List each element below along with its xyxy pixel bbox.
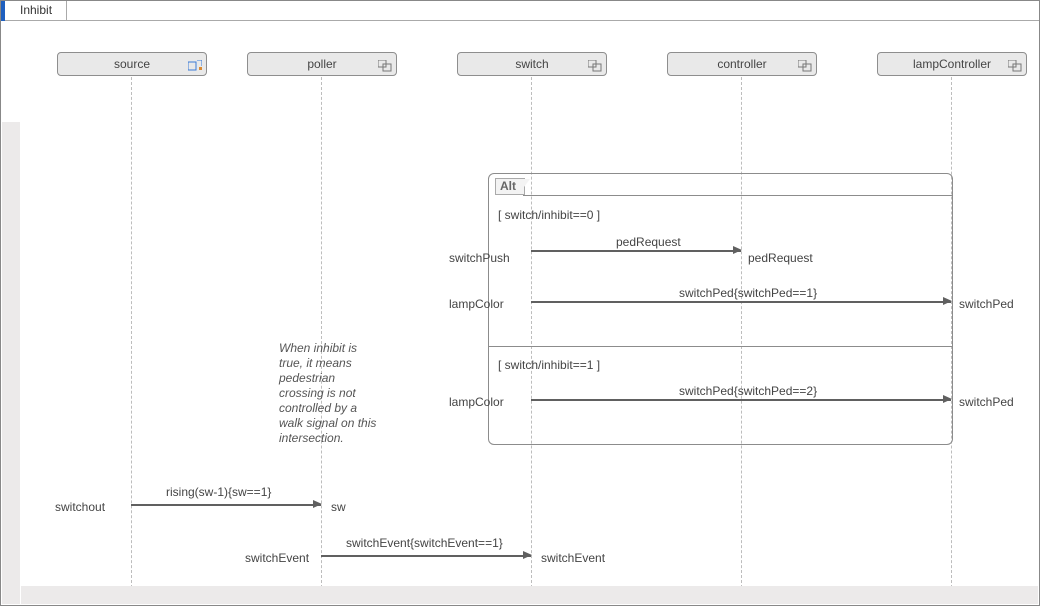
lifeline-poller <box>321 77 322 588</box>
tab-strip: Inhibit <box>1 1 1039 21</box>
note-comment: When inhibit is true, it means pedestria… <box>279 341 379 446</box>
send-event-label: switchPush <box>449 251 510 265</box>
recv-event-label: switchPed <box>959 297 1014 311</box>
arrow-head-icon <box>733 246 742 254</box>
guard-1: [ switch/inhibit==0 ] <box>498 208 600 222</box>
arrow-head-icon <box>523 551 532 559</box>
message-label: switchPed{switchPed==1} <box>679 286 817 300</box>
actor-icon <box>188 57 202 69</box>
guard-2: [ switch/inhibit==1 ] <box>498 358 600 372</box>
message-label: pedRequest <box>616 235 681 249</box>
message-switchped-2[interactable] <box>531 399 951 401</box>
send-event-label: switchEvent <box>245 551 309 565</box>
recv-event-label: switchEvent <box>541 551 605 565</box>
alt-header-rule <box>523 178 952 196</box>
lifeline-label: poller <box>307 57 336 71</box>
lifeline-label: source <box>114 57 150 71</box>
lifeline-head-switch[interactable]: switch <box>457 52 607 76</box>
message-rising[interactable] <box>131 504 321 506</box>
lifeline-source <box>131 77 132 588</box>
diagram-window: Inhibit source poller switch controller … <box>0 0 1040 606</box>
vertical-scroll-gutter[interactable] <box>2 122 20 604</box>
alt-divider <box>489 346 952 347</box>
send-event-label: lampColor <box>449 297 504 311</box>
recv-event-label: pedRequest <box>748 251 813 265</box>
message-switchped-1[interactable] <box>531 301 951 303</box>
recv-event-label: sw <box>331 500 346 514</box>
lifeline-head-poller[interactable]: poller <box>247 52 397 76</box>
recv-event-label: switchPed <box>959 395 1014 409</box>
lifeline-label: controller <box>717 57 766 71</box>
tab-inhibit[interactable]: Inhibit <box>6 1 67 20</box>
lifeline-head-lampcontroller[interactable]: lampController <box>877 52 1027 76</box>
arrow-head-icon <box>943 395 952 403</box>
lifeline-head-source[interactable]: source <box>57 52 207 76</box>
send-event-label: switchout <box>55 500 105 514</box>
lifeline-head-controller[interactable]: controller <box>667 52 817 76</box>
alt-operator-label: Alt <box>495 178 525 195</box>
lifeline-label: switch <box>515 57 548 71</box>
block-icon <box>798 57 812 69</box>
message-label: switchPed{switchPed==2} <box>679 384 817 398</box>
block-icon <box>1008 57 1022 69</box>
alt-fragment[interactable]: Alt [ switch/inhibit==0 ] [ switch/inhib… <box>488 173 953 445</box>
block-icon <box>378 57 392 69</box>
message-pedrequest[interactable] <box>531 250 741 252</box>
send-event-label: lampColor <box>449 395 504 409</box>
message-label: switchEvent{switchEvent==1} <box>346 536 503 550</box>
lifeline-label: lampController <box>913 57 991 71</box>
arrow-head-icon <box>943 297 952 305</box>
horizontal-scroll-gutter[interactable] <box>21 586 1038 604</box>
message-label: rising(sw-1){sw==1} <box>166 485 271 499</box>
arrow-head-icon <box>313 500 322 508</box>
block-icon <box>588 57 602 69</box>
message-switchevent[interactable] <box>321 555 531 557</box>
